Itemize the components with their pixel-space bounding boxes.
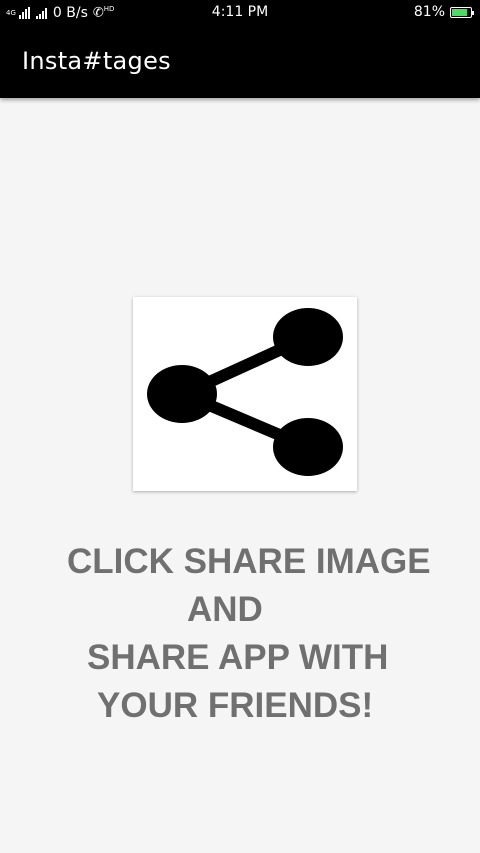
message-line-3: SHARE APP WITH: [87, 638, 389, 677]
share-image-button[interactable]: [133, 297, 357, 491]
app-title: Insta#tages: [22, 47, 171, 75]
message-line-4: YOUR FRIENDS!: [97, 686, 374, 725]
battery-percent: 81%: [413, 4, 445, 20]
share-icon: [147, 308, 343, 476]
message-line-2: AND: [187, 590, 263, 629]
status-right: 81%: [413, 4, 474, 20]
message-line-1: CLICK SHARE IMAGE: [67, 542, 431, 581]
app-bar: Insta#tages: [0, 26, 480, 98]
battery-fill: [452, 8, 467, 16]
status-time: 4:11 PM: [211, 4, 269, 20]
battery-icon: [450, 6, 474, 18]
share-instructions: CLICK SHARE IMAGE AND SHARE APP WITH YOU…: [40, 538, 480, 730]
status-bar: 4G 0 B/s ✆HD 4:11 PM 81%: [0, 0, 480, 26]
